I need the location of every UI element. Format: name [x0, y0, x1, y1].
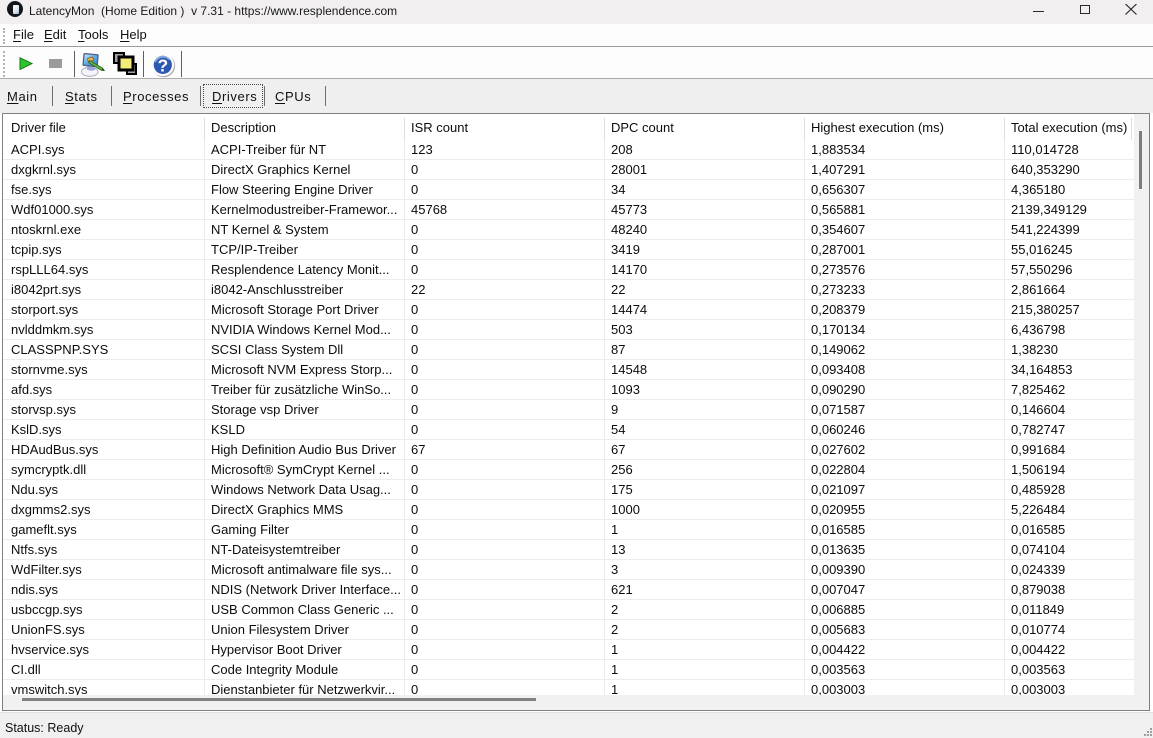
svg-text:?: ? [158, 55, 169, 75]
